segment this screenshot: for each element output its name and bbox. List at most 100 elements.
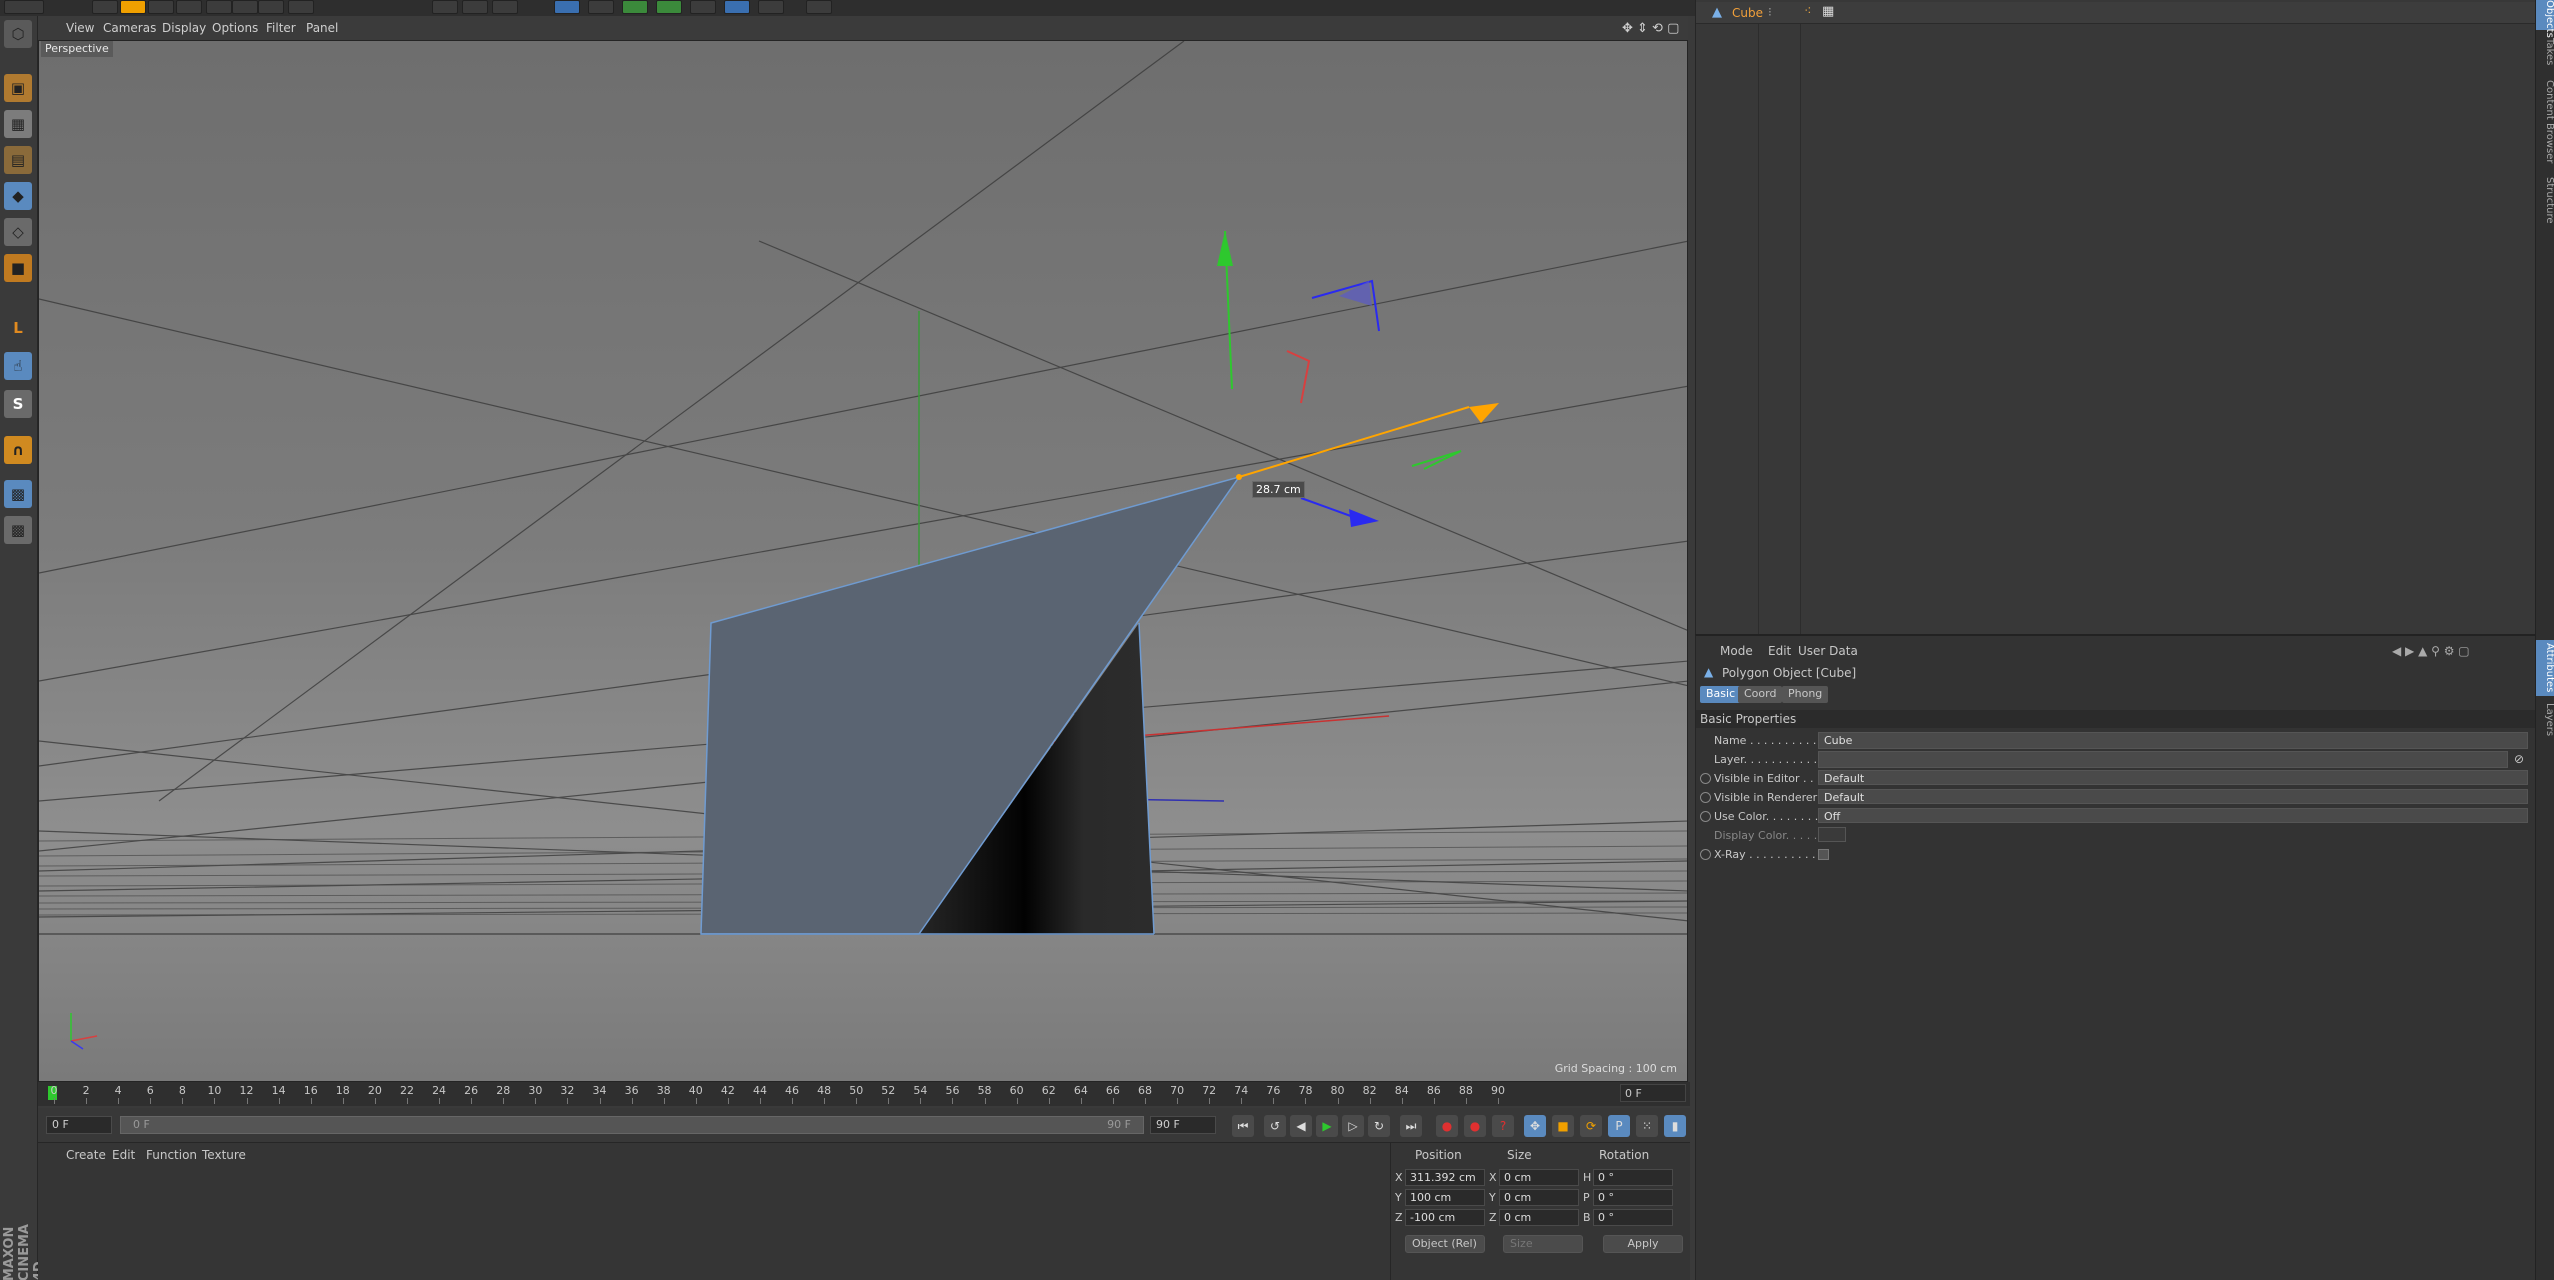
- use-color-select[interactable]: Off: [1818, 808, 2528, 823]
- phong-tag-icon[interactable]: ⁖: [1804, 4, 1812, 19]
- menu-create[interactable]: Create: [66, 1148, 106, 1162]
- play-button[interactable]: ▶: [1316, 1115, 1338, 1137]
- texture-mode-button[interactable]: ▦: [4, 110, 32, 138]
- nurbs-button[interactable]: [622, 0, 648, 14]
- workplane-lock-button[interactable]: ▩: [4, 480, 32, 508]
- tab-attributes[interactable]: Attributes: [2536, 640, 2554, 696]
- cube-primitive-button[interactable]: [554, 0, 580, 14]
- object-row-cube[interactable]: ▲ Cube ⁝ ⁖ ▦: [1696, 2, 2535, 24]
- transform-tool-button[interactable]: [176, 0, 202, 14]
- menu-display[interactable]: Display: [162, 21, 206, 35]
- name-field[interactable]: Cube: [1818, 732, 2528, 749]
- previous-frame-button[interactable]: ◀: [1290, 1115, 1312, 1137]
- timeline[interactable]: 0 2 4 6 8 10 12 14 16 18 20 22 24 26 28 30 32 34 36 38 40 42 4…: [38, 1082, 1690, 1106]
- go-to-start-button[interactable]: ⏮: [1232, 1115, 1254, 1137]
- coord-mode-select[interactable]: Object (Rel): [1405, 1235, 1485, 1253]
- layer-field[interactable]: [1818, 751, 2508, 768]
- menu-view[interactable]: View: [66, 21, 94, 35]
- key-param-button[interactable]: P: [1608, 1115, 1630, 1137]
- tab-phong[interactable]: Phong: [1782, 686, 1829, 703]
- coord-system-button[interactable]: [288, 0, 314, 14]
- menu-texture[interactable]: Texture: [202, 1148, 246, 1162]
- array-button[interactable]: [656, 0, 682, 14]
- y-axis-lock-button[interactable]: [232, 0, 258, 14]
- material-manager[interactable]: Create Edit Function Texture: [38, 1142, 1390, 1280]
- tab-takes[interactable]: Takes: [2536, 34, 2554, 70]
- menu-edit-attr[interactable]: Edit: [1768, 644, 1791, 658]
- key-position-button[interactable]: ✥: [1524, 1115, 1546, 1137]
- key-rotation-button[interactable]: ⟳: [1580, 1115, 1602, 1137]
- current-frame-field[interactable]: 0 F: [1620, 1084, 1686, 1102]
- viewport-3d[interactable]: Perspective 28.7 cm Grid Spacing : 100 c…: [38, 40, 1688, 1082]
- start-frame-field[interactable]: 0 F: [46, 1116, 112, 1134]
- animate-radio[interactable]: [1700, 811, 1711, 822]
- key-pla-button[interactable]: ⁙: [1636, 1115, 1658, 1137]
- snap-button[interactable]: S: [4, 390, 32, 418]
- spline-pen-button[interactable]: [588, 0, 614, 14]
- render-to-picture-viewer-button[interactable]: [462, 0, 488, 14]
- range-slider[interactable]: 0 F 90 F: [120, 1116, 1144, 1134]
- animate-radio[interactable]: [1700, 773, 1711, 784]
- magnet-icon[interactable]: ∩: [4, 436, 32, 464]
- texture-tag-icon[interactable]: ▦: [1822, 4, 1834, 19]
- tab-coord[interactable]: Coord: [1738, 686, 1783, 703]
- light-button[interactable]: [806, 0, 832, 14]
- visible-in-renderer-select[interactable]: Default: [1818, 789, 2528, 804]
- pos-z-field[interactable]: -100 cm: [1405, 1209, 1485, 1226]
- animate-radio[interactable]: [1700, 792, 1711, 803]
- polygons-mode-button[interactable]: ■: [4, 254, 32, 282]
- pos-x-field[interactable]: 311.392 cm: [1405, 1169, 1485, 1186]
- size-y-field[interactable]: 0 cm: [1499, 1189, 1579, 1206]
- model-mode-button[interactable]: ▣: [4, 74, 32, 102]
- workplane-align-button[interactable]: ▩: [4, 516, 32, 544]
- apply-button[interactable]: Apply: [1603, 1235, 1683, 1253]
- undo-button[interactable]: [4, 0, 44, 14]
- rot-b-field[interactable]: 0 °: [1593, 1209, 1673, 1226]
- animate-radio[interactable]: [1700, 849, 1711, 860]
- record-active-button[interactable]: ●: [1436, 1115, 1458, 1137]
- make-editable-button[interactable]: ⬡: [4, 20, 32, 48]
- camera-button[interactable]: [758, 0, 784, 14]
- display-color-swatch[interactable]: [1818, 827, 1846, 842]
- end-frame-field[interactable]: 90 F: [1150, 1116, 1216, 1134]
- keyframe-selection-button[interactable]: ?: [1492, 1115, 1514, 1137]
- enable-axis-button[interactable]: L: [4, 314, 32, 342]
- autokey-button[interactable]: ●: [1464, 1115, 1486, 1137]
- next-frame-button[interactable]: ▷: [1342, 1115, 1364, 1137]
- timeline-layout-button[interactable]: ▮: [1664, 1115, 1686, 1137]
- render-settings-button[interactable]: [492, 0, 518, 14]
- menu-edit[interactable]: Edit: [112, 1148, 135, 1162]
- menu-options[interactable]: Options: [212, 21, 258, 35]
- previous-key-button[interactable]: ↺: [1264, 1115, 1286, 1137]
- menu-cameras[interactable]: Cameras: [103, 21, 156, 35]
- object-manager[interactable]: ▲ Cube ⁝ ⁖ ▦: [1695, 0, 2535, 634]
- xray-checkbox[interactable]: [1818, 849, 1829, 860]
- tab-structure[interactable]: Structure: [2536, 172, 2554, 228]
- size-mode-select[interactable]: Size: [1503, 1235, 1583, 1253]
- x-axis-lock-button[interactable]: [206, 0, 232, 14]
- menu-panel[interactable]: Panel: [306, 21, 338, 35]
- scale-tool-button[interactable]: [120, 0, 146, 14]
- layer-link-icon[interactable]: ⊘: [2514, 752, 2524, 766]
- tab-basic[interactable]: Basic: [1700, 686, 1742, 703]
- size-x-field[interactable]: 0 cm: [1499, 1169, 1579, 1186]
- menu-function[interactable]: Function: [146, 1148, 197, 1162]
- go-to-end-button[interactable]: ⏭: [1400, 1115, 1422, 1137]
- pos-y-field[interactable]: 100 cm: [1405, 1189, 1485, 1206]
- object-name[interactable]: Cube: [1732, 6, 1763, 20]
- visible-in-editor-select[interactable]: Default: [1818, 770, 2528, 785]
- tab-objects[interactable]: Objects: [2536, 0, 2554, 38]
- workplane-mode-button[interactable]: ▤: [4, 146, 32, 174]
- key-scale-button[interactable]: ■: [1552, 1115, 1574, 1137]
- render-view-button[interactable]: [432, 0, 458, 14]
- edges-mode-button[interactable]: ◇: [4, 218, 32, 246]
- z-axis-lock-button[interactable]: [258, 0, 284, 14]
- rotate-tool-button[interactable]: [148, 0, 174, 14]
- visibility-dots-icon[interactable]: ⁝: [1768, 5, 1772, 19]
- menu-mode[interactable]: Mode: [1720, 644, 1753, 658]
- size-z-field[interactable]: 0 cm: [1499, 1209, 1579, 1226]
- deformer-button[interactable]: [690, 0, 716, 14]
- floor-button[interactable]: [724, 0, 750, 14]
- menu-filter[interactable]: Filter: [266, 21, 296, 35]
- rot-h-field[interactable]: 0 °: [1593, 1169, 1673, 1186]
